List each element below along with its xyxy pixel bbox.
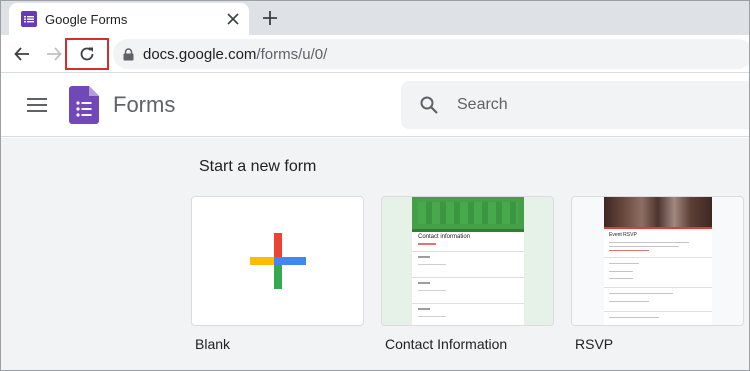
forms-logo-icon[interactable] xyxy=(69,86,99,124)
forward-arrow-icon[interactable] xyxy=(41,41,67,67)
rsvp-thumb-line xyxy=(609,301,649,302)
rsvp-thumb-photo xyxy=(604,197,712,227)
contact-thumbnail: Contact information xyxy=(412,197,524,325)
rsvp-thumb-line xyxy=(609,242,689,243)
tab-title: Google Forms xyxy=(45,11,128,27)
search-bar[interactable]: Search xyxy=(401,81,749,129)
url-path: /forms/u/0/ xyxy=(256,45,328,63)
template-label-blank[interactable]: Blank xyxy=(195,336,230,352)
template-gallery: Start a new form Blank Contact informati… xyxy=(1,138,749,370)
search-input[interactable]: Search xyxy=(457,96,508,114)
rsvp-thumb-line xyxy=(609,317,659,318)
app-brand-title: Forms xyxy=(113,92,176,117)
browser-window: Google Forms docs.google.com/forms/u/0/ xyxy=(0,0,750,371)
back-arrow-icon[interactable] xyxy=(9,41,35,67)
search-icon[interactable] xyxy=(417,93,441,117)
rsvp-thumb-line xyxy=(609,246,679,247)
rsvp-thumb-divider xyxy=(604,311,712,312)
lock-icon xyxy=(121,47,135,61)
browser-tab[interactable]: Google Forms xyxy=(9,3,249,35)
rsvp-thumb-line xyxy=(609,271,633,272)
new-tab-icon[interactable] xyxy=(259,7,281,29)
template-label-contact[interactable]: Contact Information xyxy=(385,336,507,352)
tab-strip: Google Forms xyxy=(1,1,749,35)
rsvp-thumb-divider xyxy=(604,287,712,288)
contact-thumb-header xyxy=(412,197,524,229)
plus-multicolor-icon xyxy=(250,233,306,289)
contact-thumb-field xyxy=(412,303,524,325)
rsvp-thumb-line xyxy=(609,250,649,251)
rsvp-thumb-divider xyxy=(604,257,712,258)
rsvp-thumb-line xyxy=(609,263,639,264)
template-card-contact[interactable]: Contact information xyxy=(381,196,554,326)
rsvp-thumb-line xyxy=(609,293,673,294)
contact-thumb-field xyxy=(412,277,524,299)
url-text: docs.google.com/forms/u/0/ xyxy=(143,46,327,63)
template-card-blank[interactable] xyxy=(191,196,364,326)
close-icon[interactable] xyxy=(223,9,243,29)
rsvp-thumb-title: Event RSVP xyxy=(609,232,637,238)
contact-thumb-required xyxy=(418,243,436,245)
url-domain: docs.google.com xyxy=(143,45,257,63)
browser-toolbar: docs.google.com/forms/u/0/ xyxy=(1,35,749,73)
contact-thumb-title: Contact information xyxy=(418,234,471,240)
rsvp-thumb-accent xyxy=(604,227,712,229)
address-bar[interactable]: docs.google.com/forms/u/0/ xyxy=(113,39,749,69)
app-header: Forms Search xyxy=(1,73,749,137)
template-card-rsvp[interactable]: Event RSVP xyxy=(571,196,744,326)
rsvp-thumbnail: Event RSVP xyxy=(604,197,712,325)
contact-thumb-accent xyxy=(412,229,524,232)
rsvp-thumb-line xyxy=(609,278,633,279)
gallery-heading: Start a new form xyxy=(199,158,317,175)
hamburger-menu-icon[interactable] xyxy=(25,93,49,117)
template-label-rsvp[interactable]: RSVP xyxy=(575,336,613,352)
reload-icon[interactable] xyxy=(74,41,100,67)
forms-favicon-icon xyxy=(21,11,37,27)
contact-thumb-field xyxy=(412,251,524,273)
